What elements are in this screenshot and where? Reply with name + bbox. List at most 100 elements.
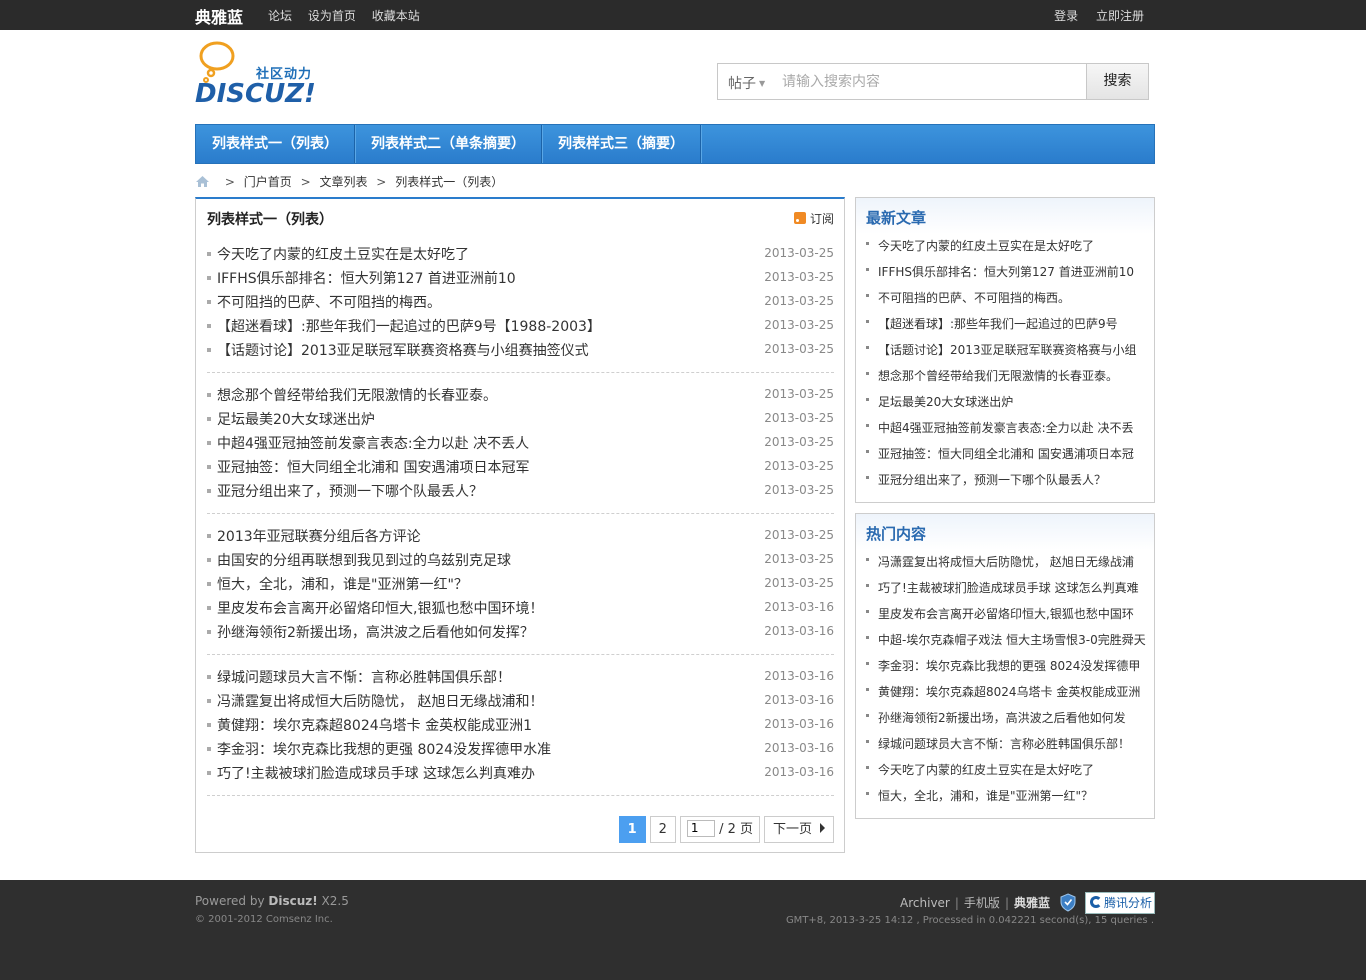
list-item: 孙继海领衔2新援出场，高洪波之后看他如何发 xyxy=(866,704,1146,730)
mobile-link[interactable]: 手机版 xyxy=(964,896,1000,910)
breadcrumb-portal-home[interactable]: 门户首页 xyxy=(244,175,292,189)
article-date: 2013-03-25 xyxy=(764,387,834,401)
list-item: 【超迷看球】:那些年我们一起追过的巴萨9号【1988-2003】 2013-03-… xyxy=(207,314,834,338)
hot-article-link[interactable]: 黄健翔：埃尔克森超8024乌塔卡 金英权能成亚洲 xyxy=(878,683,1146,700)
list-item: 【超迷看球】:那些年我们一起追过的巴萨9号 xyxy=(866,310,1146,336)
bullet xyxy=(207,534,211,538)
search-input[interactable] xyxy=(782,70,1082,94)
latest-article-link[interactable]: IFFHS俱乐部排名：恒大列第127 首进亚洲前10 xyxy=(878,263,1146,280)
article-link[interactable]: 冯潇霆复出将成恒大后防隐忧， 赵旭日无缘战浦和！ xyxy=(217,691,543,711)
article-link[interactable]: 由国安的分组再联想到我见到过的乌兹别克足球 xyxy=(217,550,511,570)
powered-brand-link[interactable]: Discuz! xyxy=(268,894,317,908)
article-link[interactable]: 想念那个曾经带给我们无限激情的长春亚泰。 xyxy=(217,385,497,405)
nav-item-list-style-2[interactable]: 列表样式二（单条摘要） xyxy=(355,125,542,163)
search-box: 帖子▼ 搜索 xyxy=(717,63,1149,100)
hot-article-link[interactable]: 绿城问题球员大言不惭：言称必胜韩国俱乐部！ xyxy=(878,735,1146,752)
bullet xyxy=(207,324,211,328)
hot-article-link[interactable]: 巧了!主裁被球扪脸造成球员手球 这球怎么判真难 xyxy=(878,579,1146,596)
logo-wordmark: DISCUZ! xyxy=(195,79,316,109)
list-item: 李金羽：埃尔克森比我想的更强 8024没发挥德甲水准 2013-03-16 xyxy=(207,737,834,761)
list-item: 2013年亚冠联赛分组后各方评论 2013-03-25 xyxy=(207,524,834,548)
article-link[interactable]: 足坛最美20大女球迷出炉 xyxy=(217,409,375,429)
article-link[interactable]: 【话题讨论】2013亚足联冠军联赛资格赛与小组赛抽签仪式 xyxy=(217,340,589,360)
page-2-button[interactable]: 2 xyxy=(649,816,676,843)
next-page-label: 下一页 xyxy=(772,822,812,837)
article-link[interactable]: 李金羽：埃尔克森比我想的更强 8024没发挥德甲水准 xyxy=(217,739,551,759)
hot-article-link[interactable]: 里皮发布会言离开必留烙印恒大,银狐也愁中国环 xyxy=(878,605,1146,622)
list-item: 中超4强亚冠抽签前发豪言表态:全力以赴 决不丢 xyxy=(866,414,1146,440)
rss-subscribe-link[interactable]: 订阅 xyxy=(793,210,834,227)
hot-article-link[interactable]: 今天吃了内蒙的红皮土豆实在是太好吃了 xyxy=(878,761,1146,778)
page-1-button[interactable]: 1 xyxy=(618,816,646,843)
bullet xyxy=(207,723,211,727)
footer: Powered by Discuz! X2.5 © 2001-2012 Coms… xyxy=(0,880,1366,980)
breadcrumb-article-list[interactable]: 文章列表 xyxy=(319,175,367,189)
article-link[interactable]: 不可阻挡的巴萨、不可阻挡的梅西。 xyxy=(217,292,441,312)
article-link[interactable]: IFFHS俱乐部排名：恒大列第127 首进亚洲前10 xyxy=(217,268,516,288)
footer-brand-link[interactable]: 典雅蓝 xyxy=(1014,896,1050,910)
article-link[interactable]: 里皮发布会言离开必留烙印恒大,银狐也愁中国环境！ xyxy=(217,598,543,618)
bookmark-link[interactable]: 收藏本站 xyxy=(372,9,420,23)
list-item: 亚冠分组出来了，预测一下哪个队最丢人？ 2013-03-25 xyxy=(207,479,834,503)
breadcrumb-current[interactable]: 列表样式一（列表） xyxy=(395,175,503,189)
nav-item-list-style-3[interactable]: 列表样式三（摘要） xyxy=(542,125,701,163)
latest-article-link[interactable]: 足坛最美20大女球迷出炉 xyxy=(878,393,1146,410)
page-jump-input[interactable] xyxy=(686,819,715,837)
article-link[interactable]: 恒大，全北，浦和，谁是"亚洲第一红"？ xyxy=(217,574,468,594)
article-link[interactable]: 巧了!主裁被球扪脸造成球员手球 这球怎么判真难办 xyxy=(217,763,535,783)
forum-link[interactable]: 论坛 xyxy=(268,9,292,23)
list-title: 列表样式一（列表） xyxy=(207,212,333,228)
archiver-link[interactable]: Archiver xyxy=(900,896,950,910)
latest-article-link[interactable]: 想念那个曾经带给我们无限激情的长春亚泰。 xyxy=(878,367,1146,384)
set-homepage-link[interactable]: 设为首页 xyxy=(308,9,356,23)
article-link[interactable]: 今天吃了内蒙的红皮土豆实在是太好吃了 xyxy=(217,244,469,264)
bullet xyxy=(207,771,211,775)
hot-article-link[interactable]: 冯潇霆复出将成恒大后防隐忧， 赵旭日无缘战浦 xyxy=(878,553,1146,570)
latest-article-link[interactable]: 中超4强亚冠抽签前发豪言表态:全力以赴 决不丢 xyxy=(878,419,1146,436)
article-group: 今天吃了内蒙的红皮土豆实在是太好吃了 2013-03-25 IFFHS俱乐部排名：… xyxy=(207,242,834,373)
hot-article-link[interactable]: 恒大，全北，浦和，谁是"亚洲第一红"？ xyxy=(878,787,1146,804)
list-item: 冯潇霆复出将成恒大后防隐忧， 赵旭日无缘战浦和！ 2013-03-16 xyxy=(207,689,834,713)
bullet xyxy=(207,606,211,610)
nav-item-list-style-1[interactable]: 列表样式一（列表） xyxy=(196,125,355,163)
tencent-analytics-badge[interactable]: 腾讯分析 xyxy=(1085,892,1155,914)
latest-article-link[interactable]: 今天吃了内蒙的红皮土豆实在是太好吃了 xyxy=(878,237,1146,254)
article-link[interactable]: 黄健翔：埃尔克森超8024乌塔卡 金英权能成亚洲1 xyxy=(217,715,532,735)
logo[interactable]: 社区动力 DISCUZ! xyxy=(195,41,335,111)
latest-articles-title: 最新文章 xyxy=(866,209,927,227)
article-link[interactable]: 中超4强亚冠抽签前发豪言表态:全力以赴 决不丢人 xyxy=(217,433,529,453)
bullet xyxy=(207,630,211,634)
hot-article-link[interactable]: 李金羽：埃尔克森比我想的更强 8024没发挥德甲 xyxy=(878,657,1146,674)
latest-article-link[interactable]: 亚冠分组出来了，预测一下哪个队最丢人？ xyxy=(878,471,1146,488)
list-item: 黄健翔：埃尔克森超8024乌塔卡 金英权能成亚洲1 2013-03-16 xyxy=(207,713,834,737)
latest-article-link[interactable]: 亚冠抽签：恒大同组全北浦和 国安遇浦项日本冠 xyxy=(878,445,1146,462)
bullet xyxy=(866,268,869,271)
bullet xyxy=(207,699,211,703)
register-link[interactable]: 立即注册 xyxy=(1096,9,1144,23)
latest-article-link[interactable]: 不可阻挡的巴萨、不可阻挡的梅西。 xyxy=(878,289,1146,306)
article-link[interactable]: 绿城问题球员大言不惭：言称必胜韩国俱乐部！ xyxy=(217,667,511,687)
article-date: 2013-03-25 xyxy=(764,576,834,590)
home-icon[interactable] xyxy=(195,175,210,188)
article-link[interactable]: 亚冠抽签：恒大同组全北浦和 国安遇浦项日本冠军 xyxy=(217,457,529,477)
article-date: 2013-03-16 xyxy=(764,669,834,683)
latest-article-link[interactable]: 【话题讨论】2013亚足联冠军联赛资格赛与小组 xyxy=(878,341,1146,358)
list-item: 足坛最美20大女球迷出炉 2013-03-25 xyxy=(207,407,834,431)
latest-article-link[interactable]: 【超迷看球】:那些年我们一起追过的巴萨9号 xyxy=(878,315,1146,332)
site-name[interactable]: 典雅蓝 xyxy=(195,4,243,28)
article-link[interactable]: 【超迷看球】:那些年我们一起追过的巴萨9号【1988-2003】 xyxy=(217,316,601,336)
search-button[interactable]: 搜索 xyxy=(1086,64,1148,99)
login-link[interactable]: 登录 xyxy=(1054,9,1078,23)
hot-article-link[interactable]: 孙继海领衔2新援出场，高洪波之后看他如何发 xyxy=(878,709,1146,726)
article-link[interactable]: 亚冠分组出来了，预测一下哪个队最丢人？ xyxy=(217,481,483,501)
security-shield-icon[interactable] xyxy=(1060,893,1076,912)
bullet xyxy=(207,252,211,256)
next-page-button[interactable]: 下一页 xyxy=(763,816,834,843)
bullet xyxy=(207,489,211,493)
article-link[interactable]: 孙继海领衔2新援出场，高洪波之后看他如何发挥？ xyxy=(217,622,534,642)
hot-article-link[interactable]: 中超-埃尔克森帽子戏法 恒大主场雪恨3-0完胜舜天 xyxy=(878,631,1146,648)
breadcrumb-separator: > xyxy=(224,175,235,189)
search-type-select[interactable]: 帖子 ▼ xyxy=(728,73,765,93)
article-link[interactable]: 2013年亚冠联赛分组后各方评论 xyxy=(217,526,421,546)
article-date: 2013-03-16 xyxy=(764,624,834,638)
